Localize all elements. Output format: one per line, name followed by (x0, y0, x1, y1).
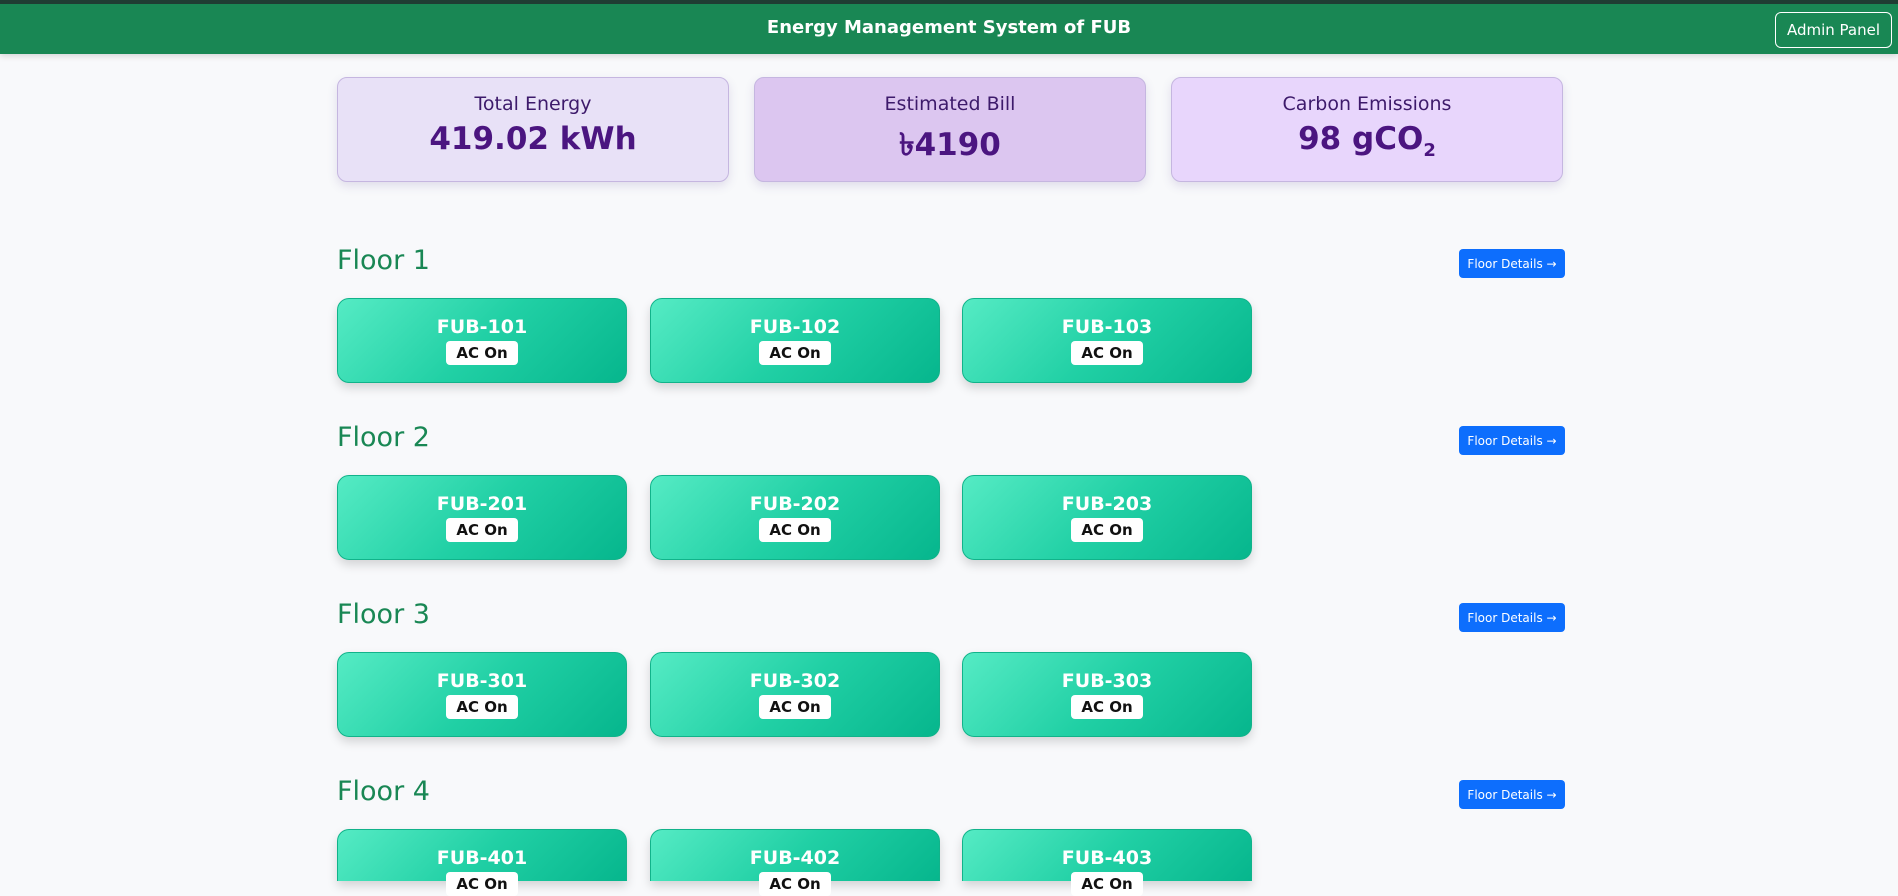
floor-details-button[interactable]: Floor Details → (1459, 603, 1565, 632)
ac-status-badge: AC On (1071, 518, 1143, 542)
stat-value: 98 gCO2 (1172, 121, 1562, 161)
floor-title: Floor 3 (337, 599, 430, 630)
ac-status-badge: AC On (1071, 695, 1143, 719)
floor-title: Floor 2 (337, 422, 430, 453)
room-name: FUB-402 (749, 847, 841, 869)
app-title: Energy Management System of FUB (766, 17, 1132, 38)
stat-value-main: 98 gCO (1298, 121, 1424, 157)
carbon-emissions-card: Carbon Emissions 98 gCO2 (1171, 77, 1563, 182)
ac-status-badge: AC On (446, 518, 518, 542)
room-name: FUB-103 (1061, 316, 1153, 338)
room-card[interactable]: FUB-203 AC On (962, 475, 1252, 560)
floor-details-button[interactable]: Floor Details → (1459, 780, 1565, 809)
room-name: FUB-102 (749, 316, 841, 338)
stat-value: ৳4190 (899, 127, 1001, 163)
room-card[interactable]: FUB-402 AC On (650, 829, 940, 896)
ac-status-badge: AC On (446, 695, 518, 719)
room-name: FUB-101 (436, 316, 528, 338)
stat-label: Total Energy (474, 93, 592, 115)
stat-label: Estimated Bill (884, 93, 1016, 115)
room-name: FUB-302 (749, 670, 841, 692)
room-name: FUB-201 (436, 493, 528, 515)
ac-status-badge: AC On (759, 341, 831, 365)
room-name: FUB-401 (436, 847, 528, 869)
room-name: FUB-301 (436, 670, 528, 692)
room-card[interactable]: FUB-103 AC On (962, 298, 1252, 383)
room-card[interactable]: FUB-102 AC On (650, 298, 940, 383)
ac-status-badge: AC On (446, 341, 518, 365)
ac-status-badge: AC On (759, 872, 831, 896)
floor-title: Floor 4 (337, 776, 430, 807)
floor-details-button[interactable]: Floor Details → (1459, 426, 1565, 455)
room-card[interactable]: FUB-301 AC On (337, 652, 627, 737)
room-name: FUB-303 (1061, 670, 1153, 692)
ac-status-badge: AC On (1071, 341, 1143, 365)
room-card[interactable]: FUB-302 AC On (650, 652, 940, 737)
room-card[interactable]: FUB-201 AC On (337, 475, 627, 560)
room-card[interactable]: FUB-401 AC On (337, 829, 627, 896)
room-card[interactable]: FUB-403 AC On (962, 829, 1252, 896)
room-name: FUB-202 (749, 493, 841, 515)
floor-title: Floor 1 (337, 245, 430, 276)
room-card[interactable]: FUB-303 AC On (962, 652, 1252, 737)
ac-status-badge: AC On (446, 872, 518, 896)
room-card[interactable]: FUB-202 AC On (650, 475, 940, 560)
top-navbar: Energy Management System of FUB Admin Pa… (0, 0, 1898, 54)
admin-panel-button[interactable]: Admin Panel (1774, 12, 1892, 48)
stat-value: 419.02 kWh (429, 121, 637, 157)
ac-status-badge: AC On (759, 518, 831, 542)
room-name: FUB-203 (1061, 493, 1153, 515)
ac-status-badge: AC On (1071, 872, 1143, 896)
room-card[interactable]: FUB-101 AC On (337, 298, 627, 383)
estimated-bill-card: Estimated Bill ৳4190 (754, 77, 1146, 182)
stat-label: Carbon Emissions (1282, 93, 1452, 115)
ac-status-badge: AC On (759, 695, 831, 719)
stat-value-subscript: 2 (1423, 140, 1436, 162)
total-energy-card: Total Energy 419.02 kWh (337, 77, 729, 182)
room-name: FUB-403 (1061, 847, 1153, 869)
floor-details-button[interactable]: Floor Details → (1459, 249, 1565, 278)
